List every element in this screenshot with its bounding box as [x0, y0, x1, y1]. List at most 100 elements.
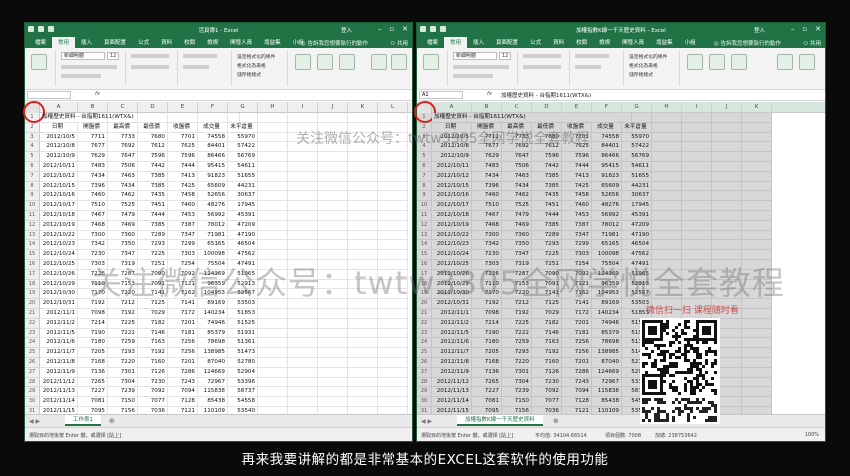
cell[interactable]	[378, 122, 408, 133]
cell[interactable]	[288, 260, 318, 270]
cell[interactable]: 45391	[228, 211, 258, 221]
cell[interactable]: 7596	[562, 152, 592, 162]
cell[interactable]	[682, 289, 712, 300]
cell[interactable]	[318, 318, 348, 329]
cell[interactable]: 89169	[592, 299, 622, 309]
minimize-icon[interactable]: –	[378, 25, 382, 33]
tab-data[interactable]: 資料	[155, 37, 178, 48]
cell[interactable]	[288, 358, 318, 368]
cell[interactable]: 7251	[138, 260, 168, 270]
cell[interactable]: 7230	[472, 250, 502, 260]
find-select-icon[interactable]	[799, 54, 815, 70]
cell[interactable]	[318, 328, 348, 339]
cell[interactable]	[742, 220, 772, 231]
cell[interactable]: 7141	[168, 299, 198, 309]
zoom-level[interactable]: 100%	[805, 432, 819, 438]
cell[interactable]: 7092	[168, 269, 198, 280]
cell[interactable]: 7201	[562, 358, 592, 368]
cell[interactable]: 52913	[228, 279, 258, 290]
sheet-nav-arrows-icon[interactable]: ◀ ▶	[421, 418, 432, 425]
tab-file[interactable]: 檔案	[421, 37, 444, 48]
column-header-g[interactable]: G	[622, 102, 652, 113]
cell[interactable]	[348, 230, 378, 241]
cell[interactable]: 7091	[532, 279, 562, 290]
cell[interactable]: 7220	[108, 358, 138, 368]
cell[interactable]: 57422	[228, 142, 258, 153]
cell[interactable]	[652, 162, 682, 172]
cell[interactable]: 7435	[532, 191, 562, 202]
cell[interactable]	[712, 142, 742, 153]
cell[interactable]: 7201	[168, 318, 198, 329]
cell[interactable]	[288, 279, 318, 290]
cell[interactable]: 65609	[198, 181, 228, 192]
row-header[interactable]: 11	[417, 211, 432, 221]
cell[interactable]: 7091	[138, 279, 168, 290]
cell[interactable]: 7156	[108, 407, 138, 414]
cell[interactable]: 2012/10/9	[40, 152, 78, 162]
cells[interactable]: 1 加權歷史資料 - 台指期1611(WTX&) 2 日期 開盤價 最高價 最低價 收盤價 成交…	[25, 113, 412, 414]
cell[interactable]: 7141	[138, 289, 168, 300]
row-header[interactable]: 2	[25, 122, 40, 133]
cell[interactable]	[318, 338, 348, 349]
cell[interactable]	[682, 142, 712, 153]
cell[interactable]: 7460	[168, 201, 198, 211]
cell[interactable]: 7220	[502, 358, 532, 368]
row-header[interactable]: 25	[25, 348, 40, 358]
cell[interactable]	[288, 328, 318, 339]
cell[interactable]	[258, 201, 288, 211]
cell[interactable]: 2012/11/1	[40, 309, 78, 319]
cell[interactable]: 7453	[562, 211, 592, 221]
cell[interactable]: 78012	[198, 220, 228, 231]
cell[interactable]: 7304	[502, 377, 532, 388]
cell[interactable]: 7251	[532, 260, 562, 270]
share-button[interactable]: ⚇ 共用	[390, 39, 408, 47]
insert-cells-icon[interactable]	[295, 54, 311, 70]
row-header[interactable]: 24	[417, 338, 432, 349]
cell[interactable]: 7220	[502, 289, 532, 300]
cell[interactable]: 7256	[562, 348, 592, 358]
cell[interactable]: 最低價	[138, 122, 168, 133]
cell[interactable]	[652, 211, 682, 221]
cell[interactable]	[318, 201, 348, 211]
find-select-icon[interactable]	[391, 54, 407, 70]
cell[interactable]: 7243	[168, 377, 198, 388]
cell[interactable]	[258, 250, 288, 260]
cell[interactable]: 7128	[562, 397, 592, 407]
cell[interactable]	[742, 407, 772, 414]
cell[interactable]: 2012/11/5	[432, 328, 472, 339]
cell[interactable]	[288, 211, 318, 221]
cell[interactable]	[682, 181, 712, 192]
cell[interactable]: 日期	[432, 122, 472, 133]
cell[interactable]	[288, 132, 318, 143]
cell[interactable]	[742, 318, 772, 329]
alignment-buttons-2[interactable]	[131, 65, 169, 69]
cell[interactable]	[258, 142, 288, 153]
cell[interactable]	[258, 377, 288, 388]
cell[interactable]	[742, 309, 772, 319]
row-header[interactable]: 19	[417, 289, 432, 300]
tab-formulas[interactable]: 公式	[132, 37, 155, 48]
cell[interactable]: 84401	[592, 142, 622, 153]
row-header[interactable]: 21	[25, 309, 40, 319]
cell[interactable]	[318, 279, 348, 290]
cell[interactable]	[348, 132, 378, 143]
cell[interactable]	[378, 358, 408, 368]
cell[interactable]: 55970	[622, 132, 652, 143]
tab-insert[interactable]: 插入	[467, 37, 490, 48]
cell[interactable]: 7098	[78, 309, 108, 319]
cell[interactable]: 7442	[138, 162, 168, 172]
cell[interactable]	[348, 387, 378, 398]
cell[interactable]: 7451	[138, 201, 168, 211]
cell[interactable]: 7110	[78, 279, 108, 290]
column-header-d[interactable]: D	[532, 102, 562, 113]
row-header[interactable]: 19	[25, 289, 40, 300]
cell[interactable]: 46504	[622, 240, 652, 251]
fx-icon[interactable]: fx	[487, 91, 492, 97]
cell[interactable]	[652, 260, 682, 270]
cell[interactable]	[712, 260, 742, 270]
cell[interactable]: 51655	[622, 171, 652, 182]
cell[interactable]	[378, 260, 408, 270]
cells[interactable]: 1 加權歷史資料 - 台指期1611(WTX&) 2 日期 開盤價 最高價 最低價 收盤價 成交…	[417, 113, 825, 414]
cell[interactable]	[318, 122, 348, 133]
cell[interactable]: 最高價	[108, 122, 138, 133]
